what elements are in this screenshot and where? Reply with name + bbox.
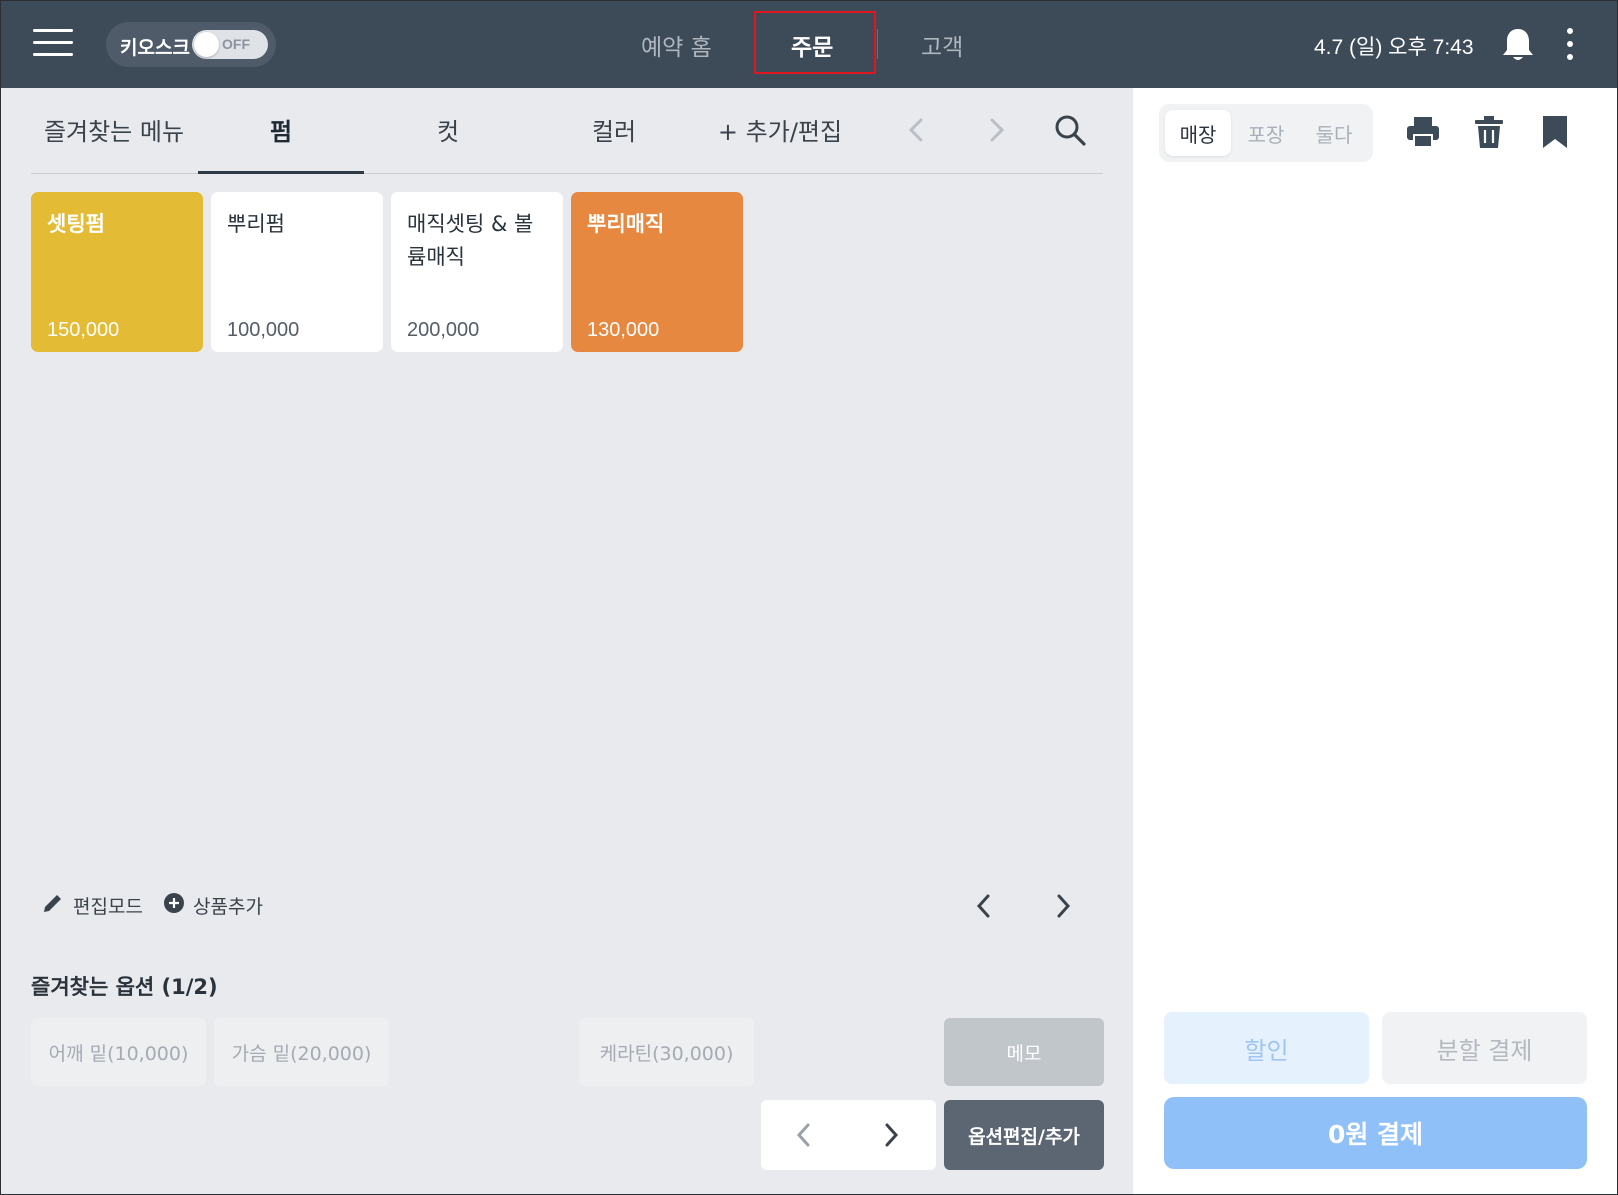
printer-icon[interactable] [1405, 114, 1441, 150]
option-keratin[interactable]: 케라틴(30,000) [579, 1018, 754, 1086]
nav-tab-customer[interactable]: 고객 [921, 28, 963, 62]
menu-name: 뿌리펌 [227, 212, 285, 236]
add-product-button[interactable]: 상품추가 [163, 889, 263, 921]
app-window: 키오스크 OFF 예약 홈 주문 고객 4.7 (일) 오후 7:43 즐겨찾는… [0, 0, 1618, 1195]
tab-perm[interactable]: 펌 [198, 112, 364, 174]
menu-price: 200,000 [407, 319, 480, 341]
split-payment-button[interactable]: 분할 결제 [1382, 1012, 1587, 1084]
menu-card-root-perm[interactable]: 뿌리펌 100,000 [211, 192, 383, 352]
bell-icon[interactable] [1501, 26, 1535, 64]
menu-icon[interactable] [33, 28, 73, 58]
discount-button[interactable]: 할인 [1164, 1012, 1369, 1084]
current-datetime: 4.7 (일) 오후 7:43 [1314, 36, 1474, 59]
segment-takeout[interactable]: 포장 [1233, 110, 1299, 156]
category-prev-icon[interactable] [902, 115, 932, 145]
pencil-icon [41, 891, 65, 920]
category-next-icon[interactable] [981, 115, 1011, 145]
top-bar: 키오스크 OFF 예약 홈 주문 고객 4.7 (일) 오후 7:43 [1, 1, 1617, 88]
memo-button[interactable]: 메모 [944, 1018, 1104, 1086]
tab-cut[interactable]: 컷 [365, 112, 531, 174]
segment-both[interactable]: 둘다 [1301, 110, 1367, 156]
order-type-segment: 매장 포장 둘다 [1159, 104, 1373, 162]
category-tabs: 즐겨찾는 메뉴 펌 컷 컬러 + 추가/편집 [31, 88, 1103, 174]
kiosk-label: 키오스크 [120, 37, 190, 59]
search-icon[interactable] [1053, 113, 1087, 147]
option-chest-length[interactable]: 가슴 밑(20,000) [214, 1018, 389, 1086]
menu-card-setting-perm[interactable]: 셋팅펌 150,000 [31, 192, 203, 352]
option-pagination [761, 1100, 936, 1170]
active-tab-highlight-box [754, 11, 876, 74]
add-product-label: 상품추가 [193, 895, 263, 918]
nav-tab-reservation-home[interactable]: 예약 홈 [641, 28, 712, 62]
option-next-icon[interactable] [876, 1120, 906, 1150]
pay-button[interactable]: 0원 결제 [1164, 1097, 1587, 1169]
menu-prev-page-icon[interactable] [969, 889, 999, 923]
menu-price: 100,000 [227, 319, 300, 341]
kiosk-state: OFF [222, 36, 250, 52]
plus-circle-icon [163, 892, 185, 919]
menu-name: 뿌리매직 [587, 212, 665, 236]
favorite-options-title: 즐겨찾는 옵션 (1/2) [31, 975, 218, 999]
edit-mode-label: 편집모드 [73, 895, 143, 918]
tab-add-edit[interactable]: + 추가/편집 [697, 112, 863, 174]
trash-icon[interactable] [1471, 114, 1507, 150]
bookmark-icon[interactable] [1537, 114, 1573, 150]
tab-color[interactable]: 컬러 [531, 112, 697, 174]
option-prev-icon[interactable] [789, 1120, 819, 1150]
more-options-icon[interactable] [1564, 28, 1576, 60]
nav-divider [877, 29, 878, 59]
kiosk-switch-knob [194, 32, 219, 57]
menu-card-magic-setting[interactable]: 매직셋팅 & 볼륨매직 200,000 [391, 192, 563, 352]
order-panel: 매장 포장 둘다 할인 분할 결제 0원 결제 [1133, 88, 1617, 1194]
menu-next-page-icon[interactable] [1048, 889, 1078, 923]
menu-price: 150,000 [47, 319, 120, 341]
option-shoulder-length[interactable]: 어깨 밑(10,000) [31, 1018, 206, 1086]
menu-card-root-magic[interactable]: 뿌리매직 130,000 [571, 192, 743, 352]
menu-name: 셋팅펌 [47, 212, 105, 236]
menu-panel: 즐겨찾는 메뉴 펌 컷 컬러 + 추가/편집 셋팅펌 150,000 뿌리펌 1… [1, 88, 1133, 1194]
option-edit-add-button[interactable]: 옵션편집/추가 [944, 1100, 1104, 1170]
kiosk-switch[interactable]: OFF [192, 30, 268, 59]
edit-mode-button[interactable]: 편집모드 [41, 889, 143, 921]
tab-favorite-menu[interactable]: 즐겨찾는 메뉴 [31, 112, 197, 174]
kiosk-toggle-group: 키오스크 OFF [106, 22, 276, 67]
segment-dine-in[interactable]: 매장 [1165, 110, 1231, 156]
menu-price: 130,000 [587, 319, 660, 341]
menu-name: 매직셋팅 & 볼륨매직 [407, 212, 534, 269]
